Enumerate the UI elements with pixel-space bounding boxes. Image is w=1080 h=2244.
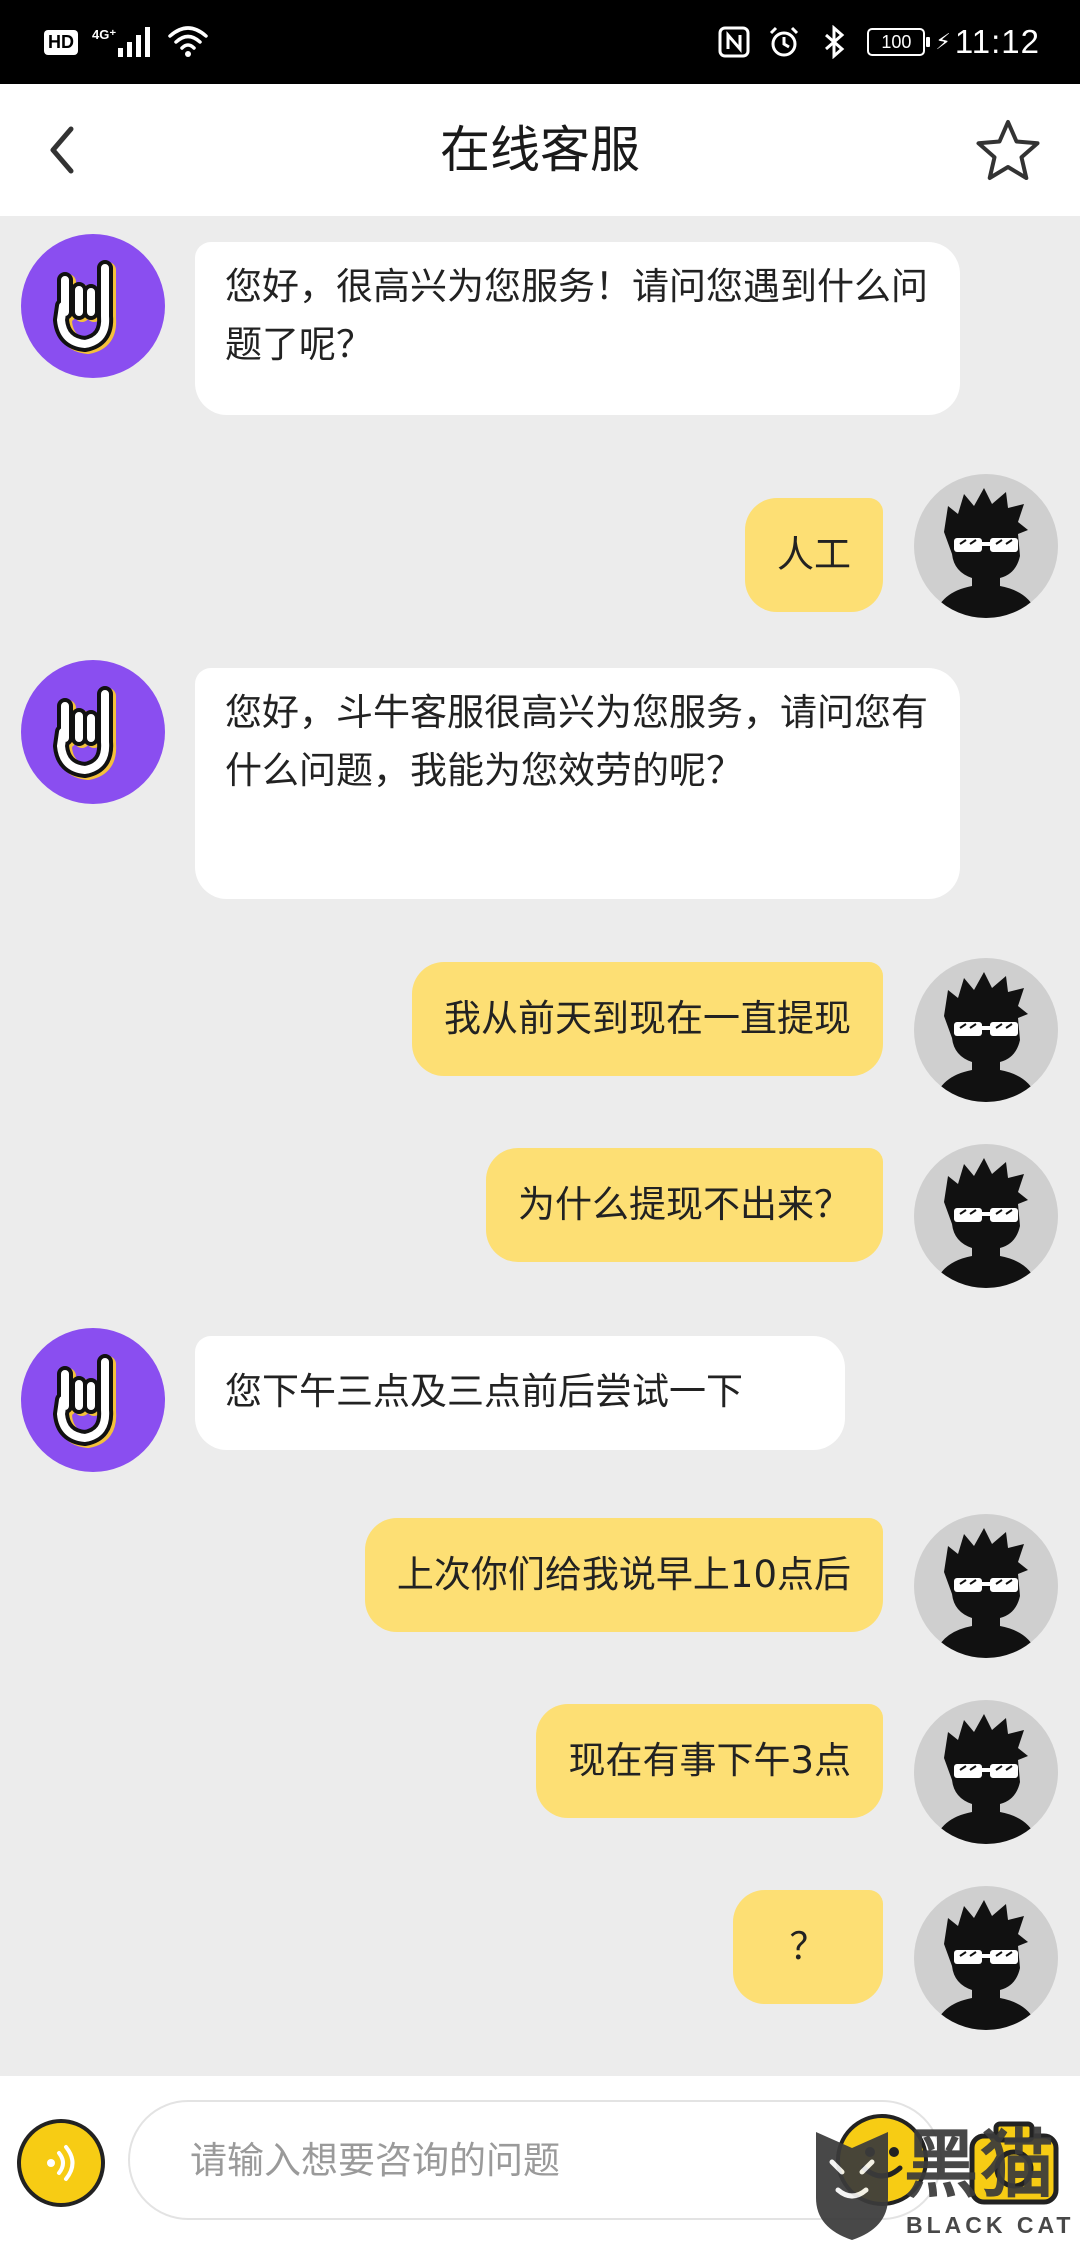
network-type-label: 4G⁺ bbox=[92, 27, 117, 42]
camera-icon bbox=[969, 2121, 1059, 2205]
user-message-bubble: 为什么提现不出来？ bbox=[486, 1148, 883, 1262]
agent-avatar bbox=[21, 660, 165, 804]
status-bar-right: 100 ⚡ 11:12 bbox=[701, 20, 1040, 64]
agent-message-bubble: 您好，斗牛客服很高兴为您服务，请问您有什么问题，我能为您效劳的呢？ bbox=[195, 668, 960, 899]
chat-screen: HD 4G⁺ 100 ⚡ 11:12 在线客服 您好，很高兴为您服务！请问您遇到… bbox=[0, 0, 1080, 2244]
agent-message-bubble: 您好，很高兴为您服务！请问您遇到什么问题了呢？ bbox=[195, 242, 960, 415]
user-message-bubble: 上次你们给我说早上10点后 bbox=[364, 1518, 883, 1632]
alarm-icon bbox=[770, 26, 799, 57]
agent-avatar bbox=[21, 1328, 165, 1472]
user-avatar bbox=[914, 1886, 1058, 2030]
user-silhouette-icon bbox=[934, 1900, 1038, 2030]
user-message-bubble: ？ bbox=[733, 1890, 883, 2004]
input-bar bbox=[0, 2076, 1080, 2244]
user-message-bubble: 我从前天到现在一直提现 bbox=[412, 962, 883, 1076]
wifi-icon bbox=[168, 26, 208, 57]
nfc-icon bbox=[718, 26, 750, 58]
status-bar: HD 4G⁺ 100 ⚡ 11:12 bbox=[0, 0, 1080, 84]
page-title: 在线客服 bbox=[440, 121, 640, 179]
charging-icon: ⚡ bbox=[935, 29, 951, 55]
status-bar-left: HD 4G⁺ bbox=[44, 20, 208, 64]
user-silhouette-icon bbox=[934, 972, 1038, 1102]
user-avatar bbox=[914, 474, 1058, 618]
camera-button[interactable] bbox=[966, 2112, 1062, 2212]
rock-hand-icon bbox=[53, 260, 117, 354]
bluetooth-icon bbox=[825, 25, 845, 59]
user-message-bubble: 现在有事下午3点 bbox=[536, 1704, 883, 1818]
emoji-button[interactable] bbox=[836, 2114, 928, 2206]
agent-message-bubble: 您下午三点及三点前后尝试一下 bbox=[195, 1336, 845, 1450]
user-silhouette-icon bbox=[934, 1528, 1038, 1658]
favorite-button[interactable] bbox=[974, 118, 1042, 182]
user-avatar bbox=[914, 1514, 1058, 1658]
rock-hand-icon bbox=[53, 1354, 117, 1448]
user-avatar bbox=[914, 1144, 1058, 1288]
user-avatar bbox=[914, 958, 1058, 1102]
voice-icon bbox=[47, 2145, 75, 2181]
user-silhouette-icon bbox=[934, 488, 1038, 618]
hd-badge: HD bbox=[44, 29, 78, 55]
clock-time: 11:12 bbox=[954, 23, 1040, 60]
user-message-bubble: 人工 bbox=[745, 498, 883, 612]
star-icon bbox=[976, 120, 1040, 180]
battery-icon: 100 bbox=[867, 28, 931, 56]
message-list[interactable]: 您好，很高兴为您服务！请问您遇到什么问题了呢？ 人工 您好，斗牛客服很高兴为您服… bbox=[0, 216, 1080, 2076]
user-silhouette-icon bbox=[934, 1158, 1038, 1288]
message-input[interactable] bbox=[128, 2100, 942, 2220]
rock-hand-icon bbox=[53, 686, 117, 780]
voice-button[interactable] bbox=[17, 2119, 105, 2207]
user-silhouette-icon bbox=[934, 1714, 1038, 1844]
title-bar: 在线客服 bbox=[0, 84, 1080, 216]
signal-icon: 4G⁺ bbox=[92, 27, 151, 57]
agent-avatar bbox=[21, 234, 165, 378]
user-avatar bbox=[914, 1700, 1058, 1844]
emoji-icon bbox=[861, 2147, 903, 2179]
